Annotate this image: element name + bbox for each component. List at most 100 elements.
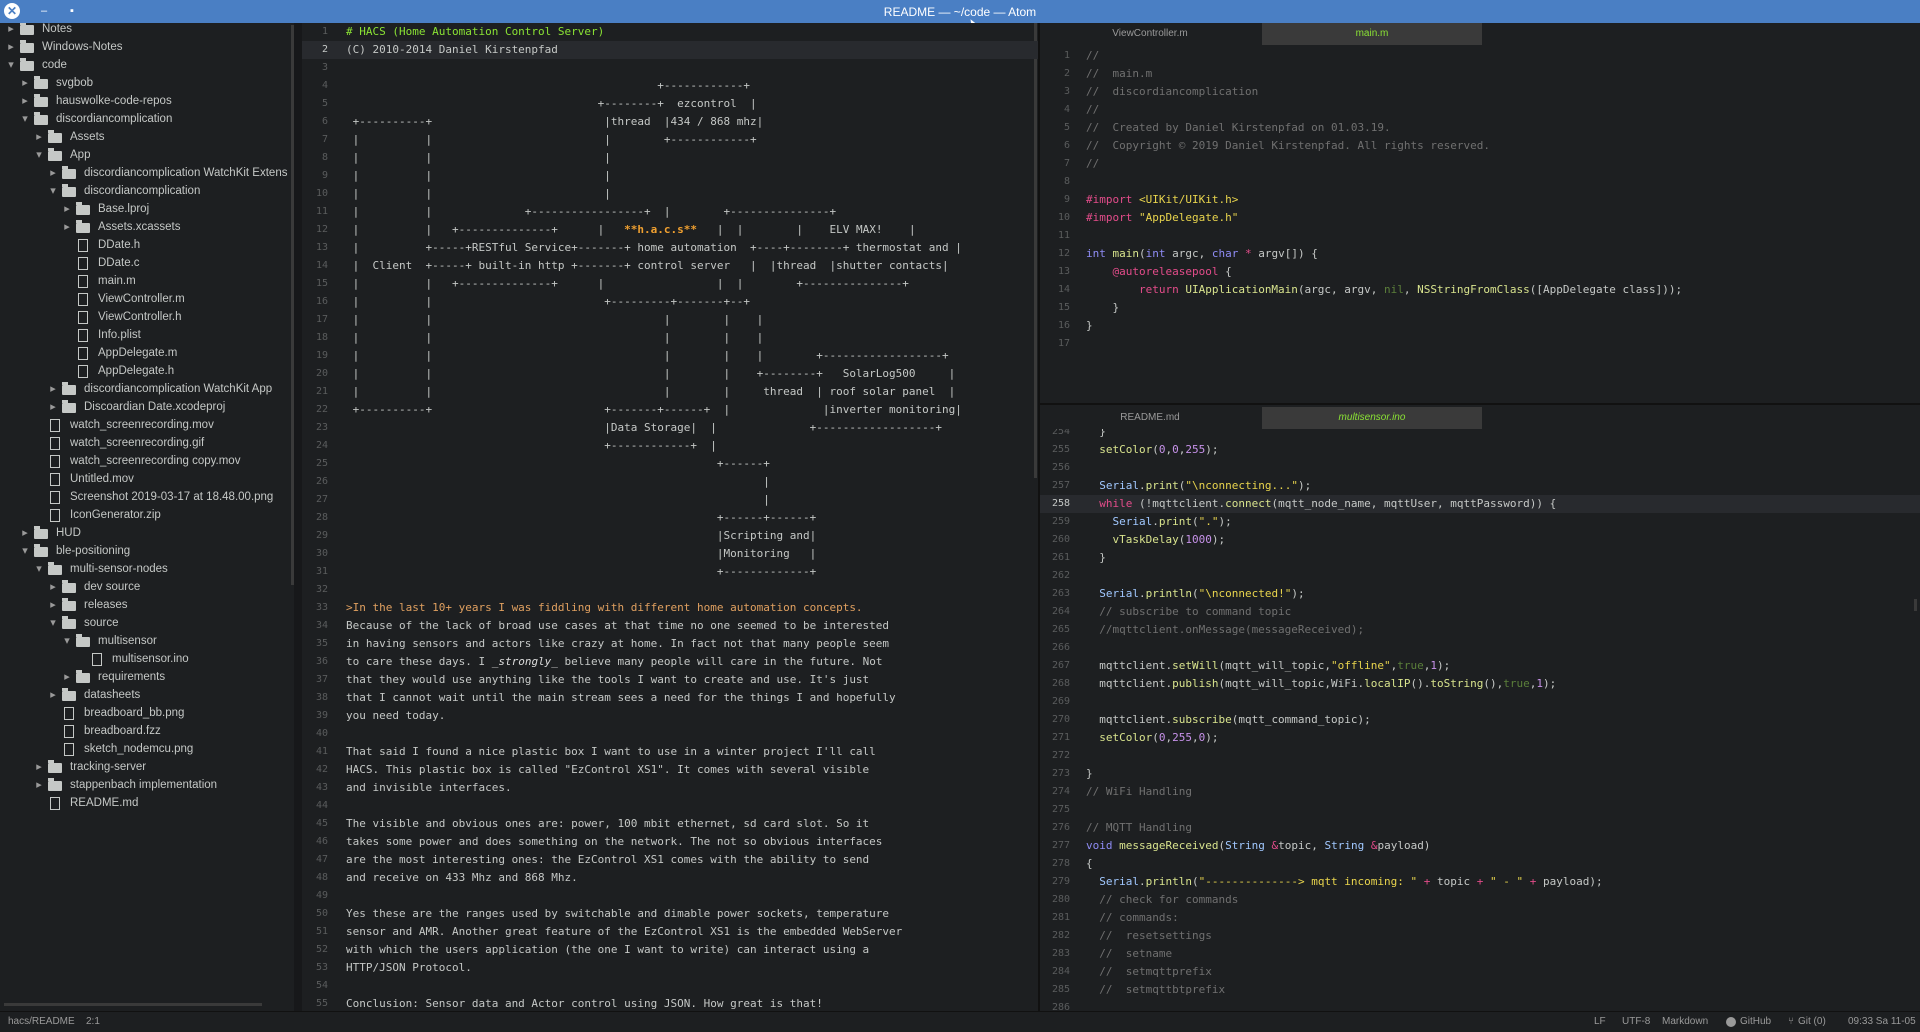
- status-encoding[interactable]: UTF-8: [1622, 1012, 1650, 1032]
- chevron-right-icon[interactable]: ▸: [6, 23, 16, 38]
- tree-item[interactable]: sketch_nodemcu.png: [0, 740, 294, 758]
- chevron-right-icon[interactable]: ▸: [34, 128, 44, 146]
- tree-item[interactable]: ▾ App: [0, 146, 294, 164]
- chevron-right-icon[interactable]: ▸: [6, 38, 16, 56]
- main-m-editor[interactable]: 1 // 2 // main.m 3 // discordiancomplication 4…: [1040, 45, 1920, 403]
- chevron-down-icon[interactable]: ▾: [6, 56, 16, 74]
- tree-item[interactable]: breadboard.fzz: [0, 722, 294, 740]
- tree-item[interactable]: ▸ svgbob: [0, 74, 294, 92]
- tree-item[interactable]: breadboard_bb.png: [0, 704, 294, 722]
- editor-tab[interactable]: README.md: [1040, 407, 1260, 429]
- chevron-right-icon[interactable]: ▸: [48, 686, 58, 704]
- chevron-right-icon[interactable]: ▸: [62, 668, 72, 686]
- chevron-right-icon[interactable]: ▸: [20, 524, 30, 542]
- chevron-right-icon[interactable]: ▸: [34, 758, 44, 776]
- status-grammar[interactable]: Markdown: [1662, 1012, 1708, 1032]
- chevron-right-icon[interactable]: ▸: [20, 92, 30, 110]
- code-line: // setmqttbtprefix: [1086, 981, 1225, 999]
- chevron-right-icon[interactable]: ▸: [48, 596, 58, 614]
- tree-item[interactable]: README.md: [0, 794, 294, 812]
- tree-item[interactable]: AppDelegate.h: [0, 362, 294, 380]
- tree-item-label: Windows-Notes: [42, 41, 123, 53]
- tree-item[interactable]: main.m: [0, 272, 294, 290]
- chevron-down-icon[interactable]: ▾: [34, 146, 44, 164]
- tree-item[interactable]: ▾ multi-sensor-nodes: [0, 560, 294, 578]
- status-path[interactable]: hacs/README: [8, 1012, 75, 1032]
- tree-item[interactable]: ▾ multisensor: [0, 632, 294, 650]
- code-token: That said I found a nice plastic box I w…: [346, 745, 876, 758]
- chevron-right-icon[interactable]: ▸: [48, 164, 58, 182]
- tree-item[interactable]: ▸ Windows-Notes: [0, 38, 294, 56]
- tree-item[interactable]: ▾ ble-positioning: [0, 542, 294, 560]
- chevron-right-icon[interactable]: ▸: [48, 398, 58, 416]
- tree-item[interactable]: ▾ code: [0, 56, 294, 74]
- chevron-down-icon[interactable]: ▾: [48, 182, 58, 200]
- tree-item[interactable]: ▾ discordiancomplication: [0, 110, 294, 128]
- tree-item[interactable]: ▸ releases: [0, 596, 294, 614]
- chevron-right-icon[interactable]: ▸: [34, 776, 44, 794]
- editor-tab[interactable]: multisensor.ino: [1262, 407, 1482, 429]
- tree-item[interactable]: ▸ datasheets: [0, 686, 294, 704]
- chevron-down-icon[interactable]: ▾: [62, 632, 72, 650]
- tree-item[interactable]: DDate.h: [0, 236, 294, 254]
- tree-item[interactable]: ▸ tracking-server: [0, 758, 294, 776]
- tree-item[interactable]: ▸ Discoardian Date.xcodeproj: [0, 398, 294, 416]
- tree-item[interactable]: ▸ stappenbach implementation: [0, 776, 294, 794]
- status-cursor-position[interactable]: 2:1: [86, 1012, 100, 1032]
- code-line: mqttclient.publish(mqtt_will_topic,WiFi.…: [1086, 675, 1556, 693]
- tree-item[interactable]: IconGenerator.zip: [0, 506, 294, 524]
- multisensor-scrollbar[interactable]: [1914, 599, 1917, 611]
- tree-item[interactable]: ▸ HUD: [0, 524, 294, 542]
- tree-item[interactable]: ▸ discordiancomplication WatchKit App: [0, 380, 294, 398]
- tree-item[interactable]: multisensor.ino: [0, 650, 294, 668]
- tree-item[interactable]: ▸ Assets: [0, 128, 294, 146]
- tree-view-resizer[interactable]: [294, 23, 302, 1011]
- chevron-down-icon[interactable]: ▾: [48, 614, 58, 632]
- file-icon: [78, 365, 88, 378]
- tree-item[interactable]: DDate.c: [0, 254, 294, 272]
- chevron-right-icon[interactable]: ▸: [20, 74, 30, 92]
- tree-item[interactable]: Screenshot 2019-03-17 at 18.48.00.png: [0, 488, 294, 506]
- status-clock: 09:33 Sa 11-05: [1848, 1016, 1916, 1027]
- tree-item[interactable]: ▸ Assets.xcassets: [0, 218, 294, 236]
- tree-item[interactable]: ▸ requirements: [0, 668, 294, 686]
- tree-item[interactable]: ▸ Base.lproj: [0, 200, 294, 218]
- tree-item[interactable]: ▾ source: [0, 614, 294, 632]
- chevron-down-icon[interactable]: ▾: [34, 560, 44, 578]
- chevron-right-icon[interactable]: ▸: [48, 380, 58, 398]
- chevron-right-icon[interactable]: ▸: [62, 200, 72, 218]
- tree-item[interactable]: watch_screenrecording.gif: [0, 434, 294, 452]
- line-number: 15: [1057, 302, 1070, 313]
- tree-item[interactable]: Untitled.mov: [0, 470, 294, 488]
- editor-tab[interactable]: ViewController.m: [1040, 23, 1260, 45]
- tree-item[interactable]: Info.plist: [0, 326, 294, 344]
- folder-icon: [62, 616, 76, 629]
- chevron-down-icon[interactable]: ▾: [20, 110, 30, 128]
- tree-item[interactable]: ▸ discordiancomplication WatchKit Extens: [0, 164, 294, 182]
- tree-item[interactable]: watch_screenrecording.mov: [0, 416, 294, 434]
- chevron-down-icon[interactable]: ▾: [20, 542, 30, 560]
- tree-item[interactable]: ▸ dev source: [0, 578, 294, 596]
- code-token: ([AppDelegate class]));: [1529, 283, 1683, 296]
- tree-item[interactable]: AppDelegate.m: [0, 344, 294, 362]
- code-token: // check for commands: [1086, 893, 1239, 906]
- tree-item[interactable]: ▸ hauswolke-code-repos: [0, 92, 294, 110]
- chevron-right-icon[interactable]: ▸: [48, 578, 58, 596]
- status-line-ending[interactable]: LF: [1594, 1012, 1606, 1032]
- tree-item[interactable]: ViewController.h: [0, 308, 294, 326]
- tree-item[interactable]: ▾ discordiancomplication: [0, 182, 294, 200]
- readme-scrollbar[interactable]: [1034, 23, 1037, 478]
- tree-item[interactable]: watch_screenrecording copy.mov: [0, 452, 294, 470]
- status-git[interactable]: Git (0): [1798, 1012, 1826, 1032]
- multisensor-editor[interactable]: 254 } 255 setColor(0,0,255); 256 257 Serial…: [1040, 429, 1920, 1011]
- status-github[interactable]: GitHub: [1740, 1012, 1771, 1032]
- tree-item[interactable]: ViewController.m: [0, 290, 294, 308]
- chevron-right-icon[interactable]: ▸: [62, 218, 72, 236]
- readme-editor[interactable]: 1 # HACS (Home Automation Control Server)…: [302, 23, 1038, 1011]
- tree-horizontal-scrollbar[interactable]: [4, 1003, 262, 1006]
- tree-item[interactable]: ▸ Notes: [0, 23, 294, 38]
- tree-view[interactable]: ▸ Notes ▸ Windows-Notes ▾ code ▸ svgbob ▸ hauswol…: [0, 23, 294, 1011]
- editor-tab[interactable]: main.m: [1262, 23, 1482, 45]
- code-token: //: [1086, 103, 1100, 116]
